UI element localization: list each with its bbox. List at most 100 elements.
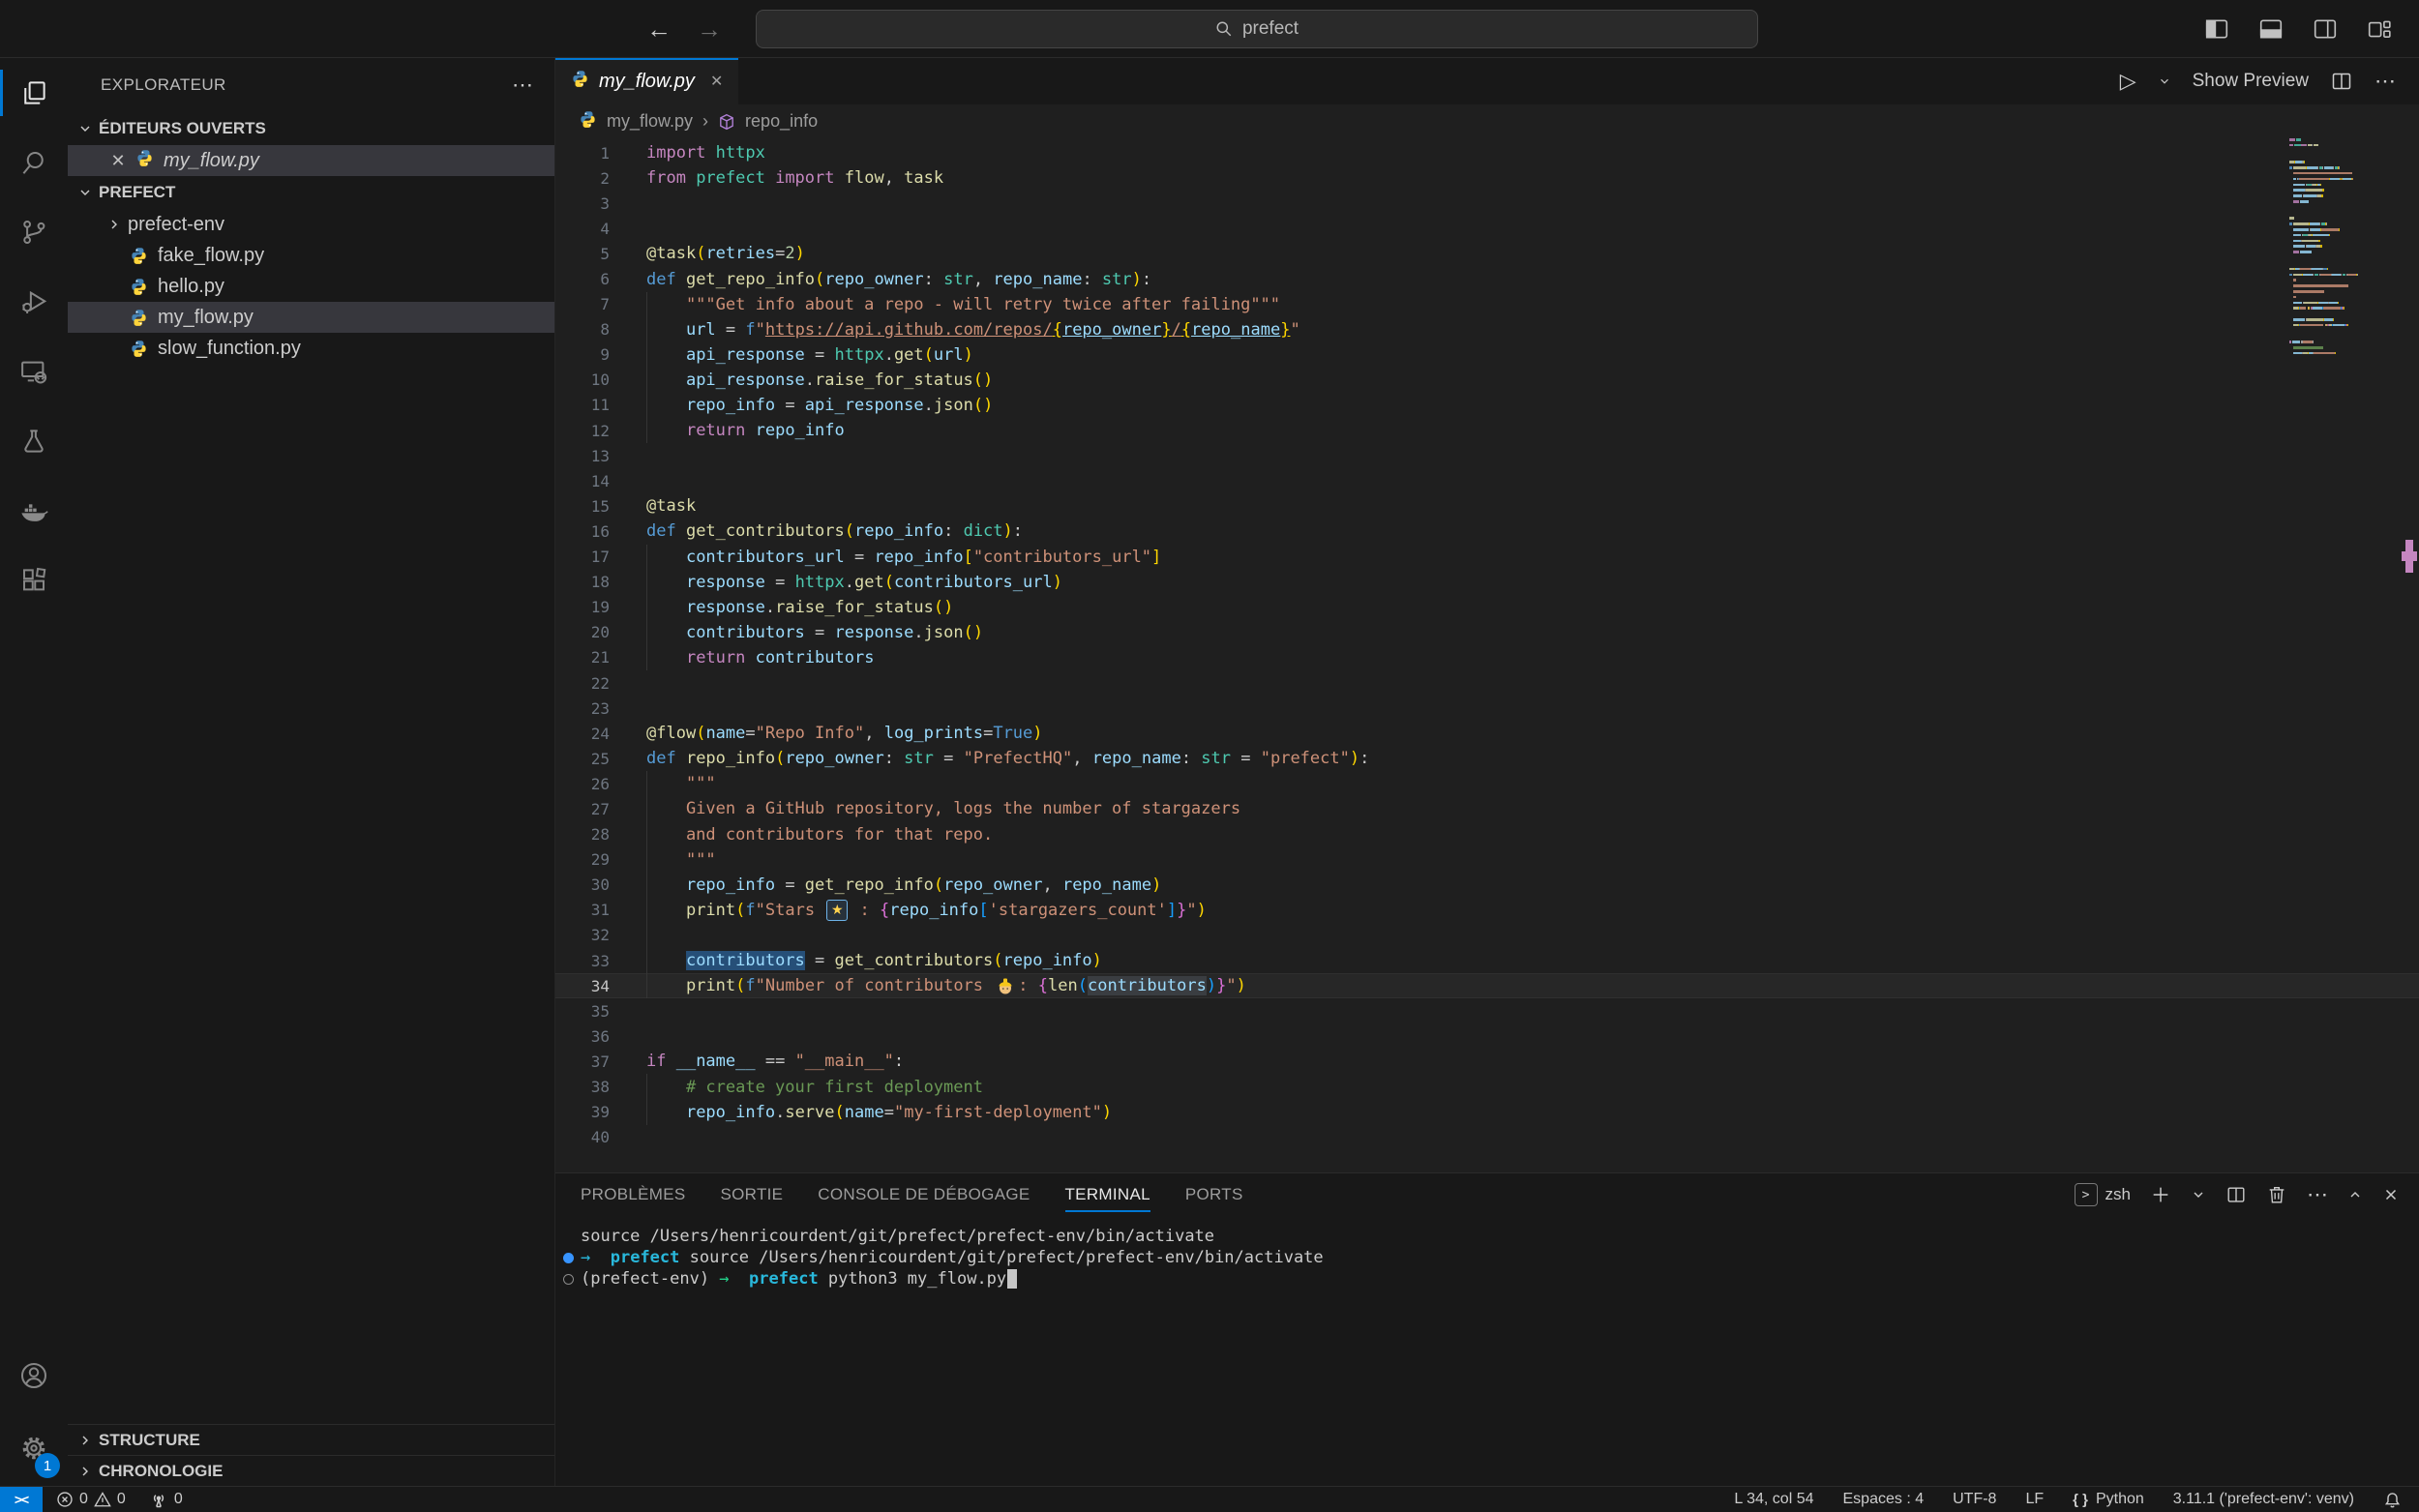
- encoding-status[interactable]: UTF-8: [1953, 1491, 1996, 1508]
- code-line[interactable]: 6def get_repo_info(repo_owner: str, repo…: [555, 266, 2419, 291]
- code-editor[interactable]: 1import httpx2from prefect import flow, …: [555, 138, 2419, 1172]
- code-line[interactable]: 16def get_contributors(repo_info: dict):: [555, 519, 2419, 544]
- accounts-icon[interactable]: [0, 1341, 68, 1410]
- code-line[interactable]: 35: [555, 998, 2419, 1023]
- code-line[interactable]: 19 response.raise_for_status(): [555, 595, 2419, 620]
- code-line[interactable]: 7 """Get info about a repo - will retry …: [555, 292, 2419, 317]
- panel-tab-console de débogage[interactable]: CONSOLE DE DÉBOGAGE: [818, 1179, 1030, 1210]
- code-line[interactable]: 25def repo_info(repo_owner: str = "Prefe…: [555, 746, 2419, 771]
- sidebar-item-fake_flow.py[interactable]: fake_flow.py: [68, 240, 554, 271]
- breadcrumb-symbol[interactable]: repo_info: [745, 111, 818, 132]
- code-line[interactable]: 14: [555, 468, 2419, 493]
- sidebar-item-hello.py[interactable]: hello.py: [68, 271, 554, 302]
- code-line[interactable]: 10 api_response.raise_for_status(): [555, 368, 2419, 393]
- code-line[interactable]: 40: [555, 1125, 2419, 1150]
- code-line[interactable]: 5@task(retries=2): [555, 241, 2419, 266]
- code-line[interactable]: 4: [555, 216, 2419, 241]
- code-line[interactable]: 1import httpx: [555, 140, 2419, 165]
- settings-gear-icon[interactable]: 1: [0, 1410, 68, 1486]
- close-panel-icon[interactable]: [2382, 1186, 2400, 1203]
- code-line[interactable]: 11 repo_info = api_response.json(): [555, 393, 2419, 418]
- command-center-search[interactable]: prefect: [756, 10, 1758, 48]
- code-line[interactable]: 3: [555, 191, 2419, 216]
- editor-more-actions-icon[interactable]: ⋯: [2374, 69, 2396, 94]
- code-line[interactable]: 23: [555, 696, 2419, 721]
- code-line[interactable]: 17 contributors_url = repo_info["contrib…: [555, 545, 2419, 570]
- cursor-position-status[interactable]: L 34, col 54: [1734, 1491, 1813, 1508]
- kill-terminal-trash-icon[interactable]: [2266, 1184, 2287, 1205]
- code-line[interactable]: 24@flow(name="Repo Info", log_prints=Tru…: [555, 721, 2419, 746]
- indentation-status[interactable]: Espaces : 4: [1843, 1491, 1925, 1508]
- remote-indicator[interactable]: ><: [0, 1487, 43, 1512]
- sidebar-item-slow_function.py[interactable]: slow_function.py: [68, 333, 554, 364]
- split-terminal-icon[interactable]: [2225, 1184, 2247, 1205]
- toggle-panel-icon[interactable]: [2258, 16, 2284, 42]
- terminal-content[interactable]: source /Users/henricourdent/git/prefect/…: [555, 1216, 2419, 1486]
- sidebar-item-prefect-env[interactable]: prefect-env: [68, 209, 554, 240]
- breadcrumb-file[interactable]: my_flow.py: [607, 111, 693, 132]
- split-editor-icon[interactable]: [2330, 70, 2353, 93]
- code-line[interactable]: 9 api_response = httpx.get(url): [555, 342, 2419, 368]
- python-interpreter-status[interactable]: 3.11.1 ('prefect-env': venv): [2173, 1491, 2354, 1508]
- tab-close-icon[interactable]: ✕: [710, 72, 723, 91]
- navigate-forward-icon[interactable]: →: [697, 15, 722, 44]
- code-line[interactable]: 2from prefect import flow, task: [555, 165, 2419, 191]
- sidebar-item-my_flow.py[interactable]: my_flow.py: [68, 302, 554, 333]
- explorer-more-actions-icon[interactable]: ⋯: [512, 73, 535, 98]
- panel-tab-sortie[interactable]: SORTIE: [721, 1179, 784, 1210]
- explorer-icon[interactable]: [0, 58, 68, 128]
- code-line[interactable]: 21 return contributors: [555, 645, 2419, 670]
- code-line[interactable]: 8 url = f"https://api.github.com/repos/{…: [555, 317, 2419, 342]
- search-sidebar-icon[interactable]: [0, 128, 68, 197]
- source-control-icon[interactable]: [0, 197, 68, 267]
- notifications-bell-icon[interactable]: [2383, 1491, 2402, 1509]
- project-section-header[interactable]: PREFECT: [68, 176, 554, 209]
- code-line[interactable]: 33 contributors = get_contributors(repo_…: [555, 948, 2419, 973]
- docker-icon[interactable]: [0, 476, 68, 546]
- code-line[interactable]: 37if __name__ == "__main__":: [555, 1049, 2419, 1074]
- code-line[interactable]: 36: [555, 1023, 2419, 1049]
- toggle-secondary-sidebar-icon[interactable]: [2313, 16, 2338, 42]
- panel-more-actions-icon[interactable]: ⋯: [2307, 1182, 2328, 1207]
- code-line[interactable]: 28 and contributors for that repo.: [555, 822, 2419, 847]
- code-line[interactable]: 39 repo_info.serve(name="my-first-deploy…: [555, 1100, 2419, 1125]
- code-line[interactable]: 31 print(f"Stars ★ : {repo_info['stargaz…: [555, 898, 2419, 923]
- ports-status[interactable]: 0: [149, 1490, 183, 1509]
- open-editors-section-header[interactable]: ÉDITEURS OUVERTS: [68, 112, 554, 145]
- language-mode-status[interactable]: { } Python: [2073, 1491, 2144, 1508]
- run-python-file-icon[interactable]: ▷: [2120, 69, 2136, 94]
- code-line[interactable]: 12 return repo_info: [555, 418, 2419, 443]
- extensions-icon[interactable]: [0, 546, 68, 615]
- terminal-dropdown-chevron-icon[interactable]: [2191, 1187, 2206, 1202]
- code-line[interactable]: 18 response = httpx.get(contributors_url…: [555, 570, 2419, 595]
- code-line[interactable]: 27 Given a GitHub repository, logs the n…: [555, 796, 2419, 821]
- code-line[interactable]: 22: [555, 670, 2419, 696]
- problems-status[interactable]: 0 0: [56, 1491, 126, 1508]
- minimap[interactable]: [2289, 138, 2371, 364]
- close-editor-icon[interactable]: ✕: [106, 151, 130, 171]
- testing-icon[interactable]: [0, 406, 68, 476]
- open-editor-item-my_flow.py[interactable]: ✕my_flow.py: [68, 145, 554, 176]
- code-line[interactable]: 30 repo_info = get_repo_info(repo_owner,…: [555, 873, 2419, 898]
- remote-explorer-icon[interactable]: [0, 337, 68, 406]
- panel-tab-ports[interactable]: PORTS: [1185, 1179, 1243, 1210]
- code-line[interactable]: 32: [555, 923, 2419, 948]
- panel-tab-problèmes[interactable]: PROBLÈMES: [581, 1179, 686, 1210]
- show-preview-button[interactable]: Show Preview: [2193, 71, 2309, 92]
- code-line[interactable]: 34 print(f"Number of contributors : {len…: [555, 973, 2419, 998]
- code-line[interactable]: 20 contributors = response.json(): [555, 620, 2419, 645]
- eol-status[interactable]: LF: [2025, 1491, 2044, 1508]
- toggle-primary-sidebar-icon[interactable]: [2204, 16, 2229, 42]
- run-debug-icon[interactable]: [0, 267, 68, 337]
- code-line[interactable]: 13: [555, 443, 2419, 468]
- navigate-back-icon[interactable]: ←: [646, 15, 672, 44]
- tab-my_flow.py[interactable]: my_flow.py ✕: [555, 58, 738, 104]
- code-line[interactable]: 15@task: [555, 493, 2419, 519]
- sidebar-section-chronologie[interactable]: CHRONOLOGIE: [68, 1455, 554, 1486]
- customize-layout-icon[interactable]: [2367, 16, 2392, 42]
- code-line[interactable]: 26 """: [555, 771, 2419, 796]
- new-terminal-icon[interactable]: [2150, 1184, 2171, 1205]
- code-line[interactable]: 29 """: [555, 847, 2419, 873]
- terminal-instance-chip[interactable]: > zsh: [2075, 1183, 2131, 1206]
- run-dropdown-chevron-icon[interactable]: [2158, 74, 2171, 88]
